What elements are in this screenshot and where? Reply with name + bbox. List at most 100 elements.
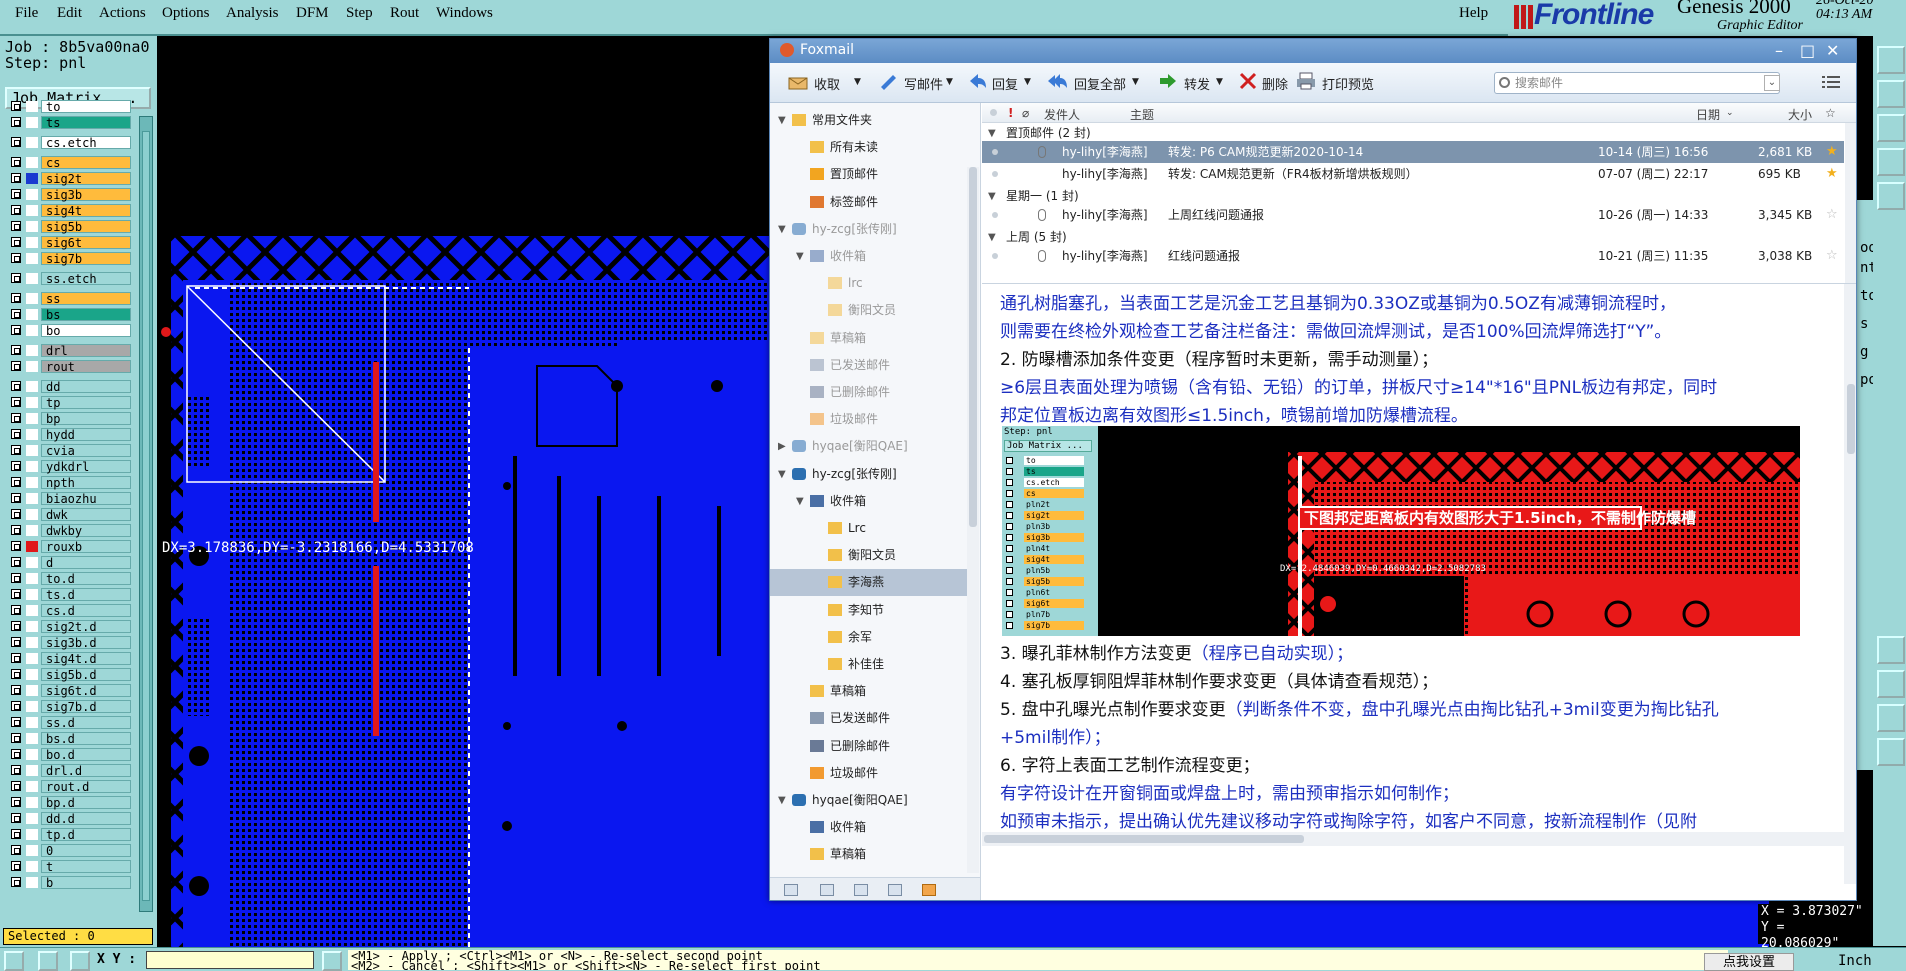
layer-name[interactable]: hydd (41, 428, 131, 442)
rss-icon[interactable] (922, 884, 936, 896)
priority-column[interactable]: ! (1008, 106, 1013, 120)
layer-row-sig4t-d[interactable]: sig4t.d (8, 652, 134, 666)
layer-row-ss-etch[interactable]: ss.etch (8, 272, 134, 286)
layer-name[interactable]: ydkdrl (41, 460, 131, 474)
layer-color-swatch[interactable] (26, 733, 38, 744)
layer-color-swatch[interactable] (26, 797, 38, 808)
mail-row[interactable]: hy-lihy[李海燕] 转发: CAM规范更新（FR4板材新增烘板规则） 07-0… (982, 163, 1844, 185)
layer-color-swatch[interactable] (26, 309, 38, 320)
layer-name[interactable]: bs (41, 308, 131, 322)
expand-arrow-icon[interactable]: ▼ (778, 461, 786, 488)
layer-name[interactable]: dwk (41, 508, 131, 522)
layer-row-rouxb[interactable]: rouxb (8, 540, 134, 554)
layer-color-swatch[interactable] (26, 637, 38, 648)
layer-checkbox[interactable] (11, 525, 21, 535)
layer-name[interactable]: sig2t (41, 172, 131, 186)
layer-checkbox[interactable] (11, 237, 21, 247)
layer-color-swatch[interactable] (26, 237, 38, 248)
units-indicator[interactable]: Inch (1838, 953, 1872, 969)
mail-row[interactable]: hy-lihy[李海燕] 转发: P6 CAM规范更新2020-10-14 10-1… (982, 141, 1844, 163)
folder-item[interactable]: 收件箱 (770, 814, 970, 841)
layer-name[interactable]: b (41, 876, 131, 890)
layer-color-swatch[interactable] (26, 541, 38, 552)
menu-file[interactable]: File (15, 5, 38, 22)
layer-name[interactable]: npth (41, 476, 131, 490)
expand-arrow-icon[interactable]: ▼ (796, 243, 804, 270)
layer-row-ss[interactable]: ss (8, 292, 134, 306)
delete-button[interactable]: 删除 (1262, 74, 1288, 93)
layer-name[interactable]: sig4t.d (41, 652, 131, 666)
layer-row-ss-d[interactable]: ss.d (8, 716, 134, 730)
layer-name[interactable]: sig6t (41, 236, 131, 250)
layer-checkbox[interactable] (11, 137, 21, 147)
layer-name[interactable]: cvia (41, 444, 131, 458)
layer-row-bo-d[interactable]: bo.d (8, 748, 134, 762)
layer-row-tp[interactable]: tp (8, 396, 134, 410)
layer-scrollbar-thumb[interactable] (142, 131, 150, 901)
layer-row-drl-d[interactable]: drl.d (8, 764, 134, 778)
layer-color-swatch[interactable] (26, 221, 38, 232)
layer-row-sig6t-d[interactable]: sig6t.d (8, 684, 134, 698)
xy-input[interactable] (146, 951, 314, 969)
layer-checkbox[interactable] (11, 413, 21, 423)
layer-name[interactable]: sig6t.d (41, 684, 131, 698)
layer-name[interactable]: tp (41, 396, 131, 410)
folder-item[interactable]: 余军 (770, 624, 970, 651)
layer-row-bs[interactable]: bs (8, 308, 134, 322)
layer-checkbox[interactable] (11, 621, 21, 631)
layer-color-swatch[interactable] (26, 477, 38, 488)
layer-checkbox[interactable] (11, 309, 21, 319)
layer-checkbox[interactable] (11, 717, 21, 727)
layer-color-swatch[interactable] (26, 253, 38, 264)
layer-name[interactable]: to (41, 100, 131, 114)
menu-dfm[interactable]: DFM (296, 5, 329, 22)
layer-checkbox[interactable] (11, 861, 21, 871)
close-icon[interactable]: ✕ (1826, 41, 1839, 60)
forward-button[interactable]: 转发 (1184, 74, 1210, 93)
layer-row-drl[interactable]: drl (8, 344, 134, 358)
layer-color-swatch[interactable] (26, 137, 38, 148)
layer-checkbox[interactable] (11, 273, 21, 283)
layer-row-hydd[interactable]: hydd (8, 428, 134, 442)
layer-row-sig3b-d[interactable]: sig3b.d (8, 636, 134, 650)
layer-name[interactable]: sig7b.d (41, 700, 131, 714)
mail-row[interactable]: hy-lihy[李海燕] 上周红线问题通报 10-26 (周一) 14:33 3,34… (982, 204, 1844, 226)
layer-row-bo[interactable]: bo (8, 324, 134, 338)
layer-checkbox[interactable] (11, 557, 21, 567)
layer-row-to[interactable]: to (8, 100, 134, 114)
layer-name[interactable]: cs (41, 156, 131, 170)
layer-row-rout[interactable]: rout (8, 360, 134, 374)
layer-name[interactable]: sig3b (41, 188, 131, 202)
layer-color-swatch[interactable] (26, 381, 38, 392)
tool-button-9[interactable] (1877, 738, 1905, 766)
layer-row-ts-d[interactable]: ts.d (8, 588, 134, 602)
star-icon[interactable]: ☆ (1826, 204, 1838, 226)
layer-checkbox[interactable] (11, 765, 21, 775)
folder-item[interactable]: ▶ hyqae[衡阳QAE] (770, 433, 970, 460)
folder-item[interactable]: 草稿箱 (770, 841, 970, 868)
layer-row-bp[interactable]: bp (8, 412, 134, 426)
layer-row-bp-d[interactable]: bp.d (8, 796, 134, 810)
layer-color-swatch[interactable] (26, 717, 38, 728)
layer-color-swatch[interactable] (26, 653, 38, 664)
status-tool-4[interactable] (322, 951, 342, 971)
date-sort-icon[interactable]: ⌄ (1726, 108, 1734, 118)
layer-color-swatch[interactable] (26, 573, 38, 584)
menu-help[interactable]: Help (1459, 5, 1488, 22)
layer-row-cs-etch[interactable]: cs.etch (8, 136, 134, 150)
layer-checkbox[interactable] (11, 477, 21, 487)
layer-color-swatch[interactable] (26, 813, 38, 824)
layer-name[interactable]: drl.d (41, 764, 131, 778)
mail-view-icon[interactable] (784, 884, 798, 896)
layer-color-swatch[interactable] (26, 557, 38, 568)
preview-scrollbar-thumb[interactable] (1847, 384, 1855, 454)
layer-row-rout-d[interactable]: rout.d (8, 780, 134, 794)
layer-color-swatch[interactable] (26, 781, 38, 792)
layer-color-swatch[interactable] (26, 621, 38, 632)
attachment-column-icon[interactable]: ⌀ (1022, 106, 1029, 120)
layer-color-swatch[interactable] (26, 345, 38, 356)
layer-name[interactable]: ss.etch (41, 272, 131, 286)
layer-color-swatch[interactable] (26, 509, 38, 520)
layer-color-swatch[interactable] (26, 877, 38, 888)
layer-row-0[interactable]: 0 (8, 844, 134, 858)
